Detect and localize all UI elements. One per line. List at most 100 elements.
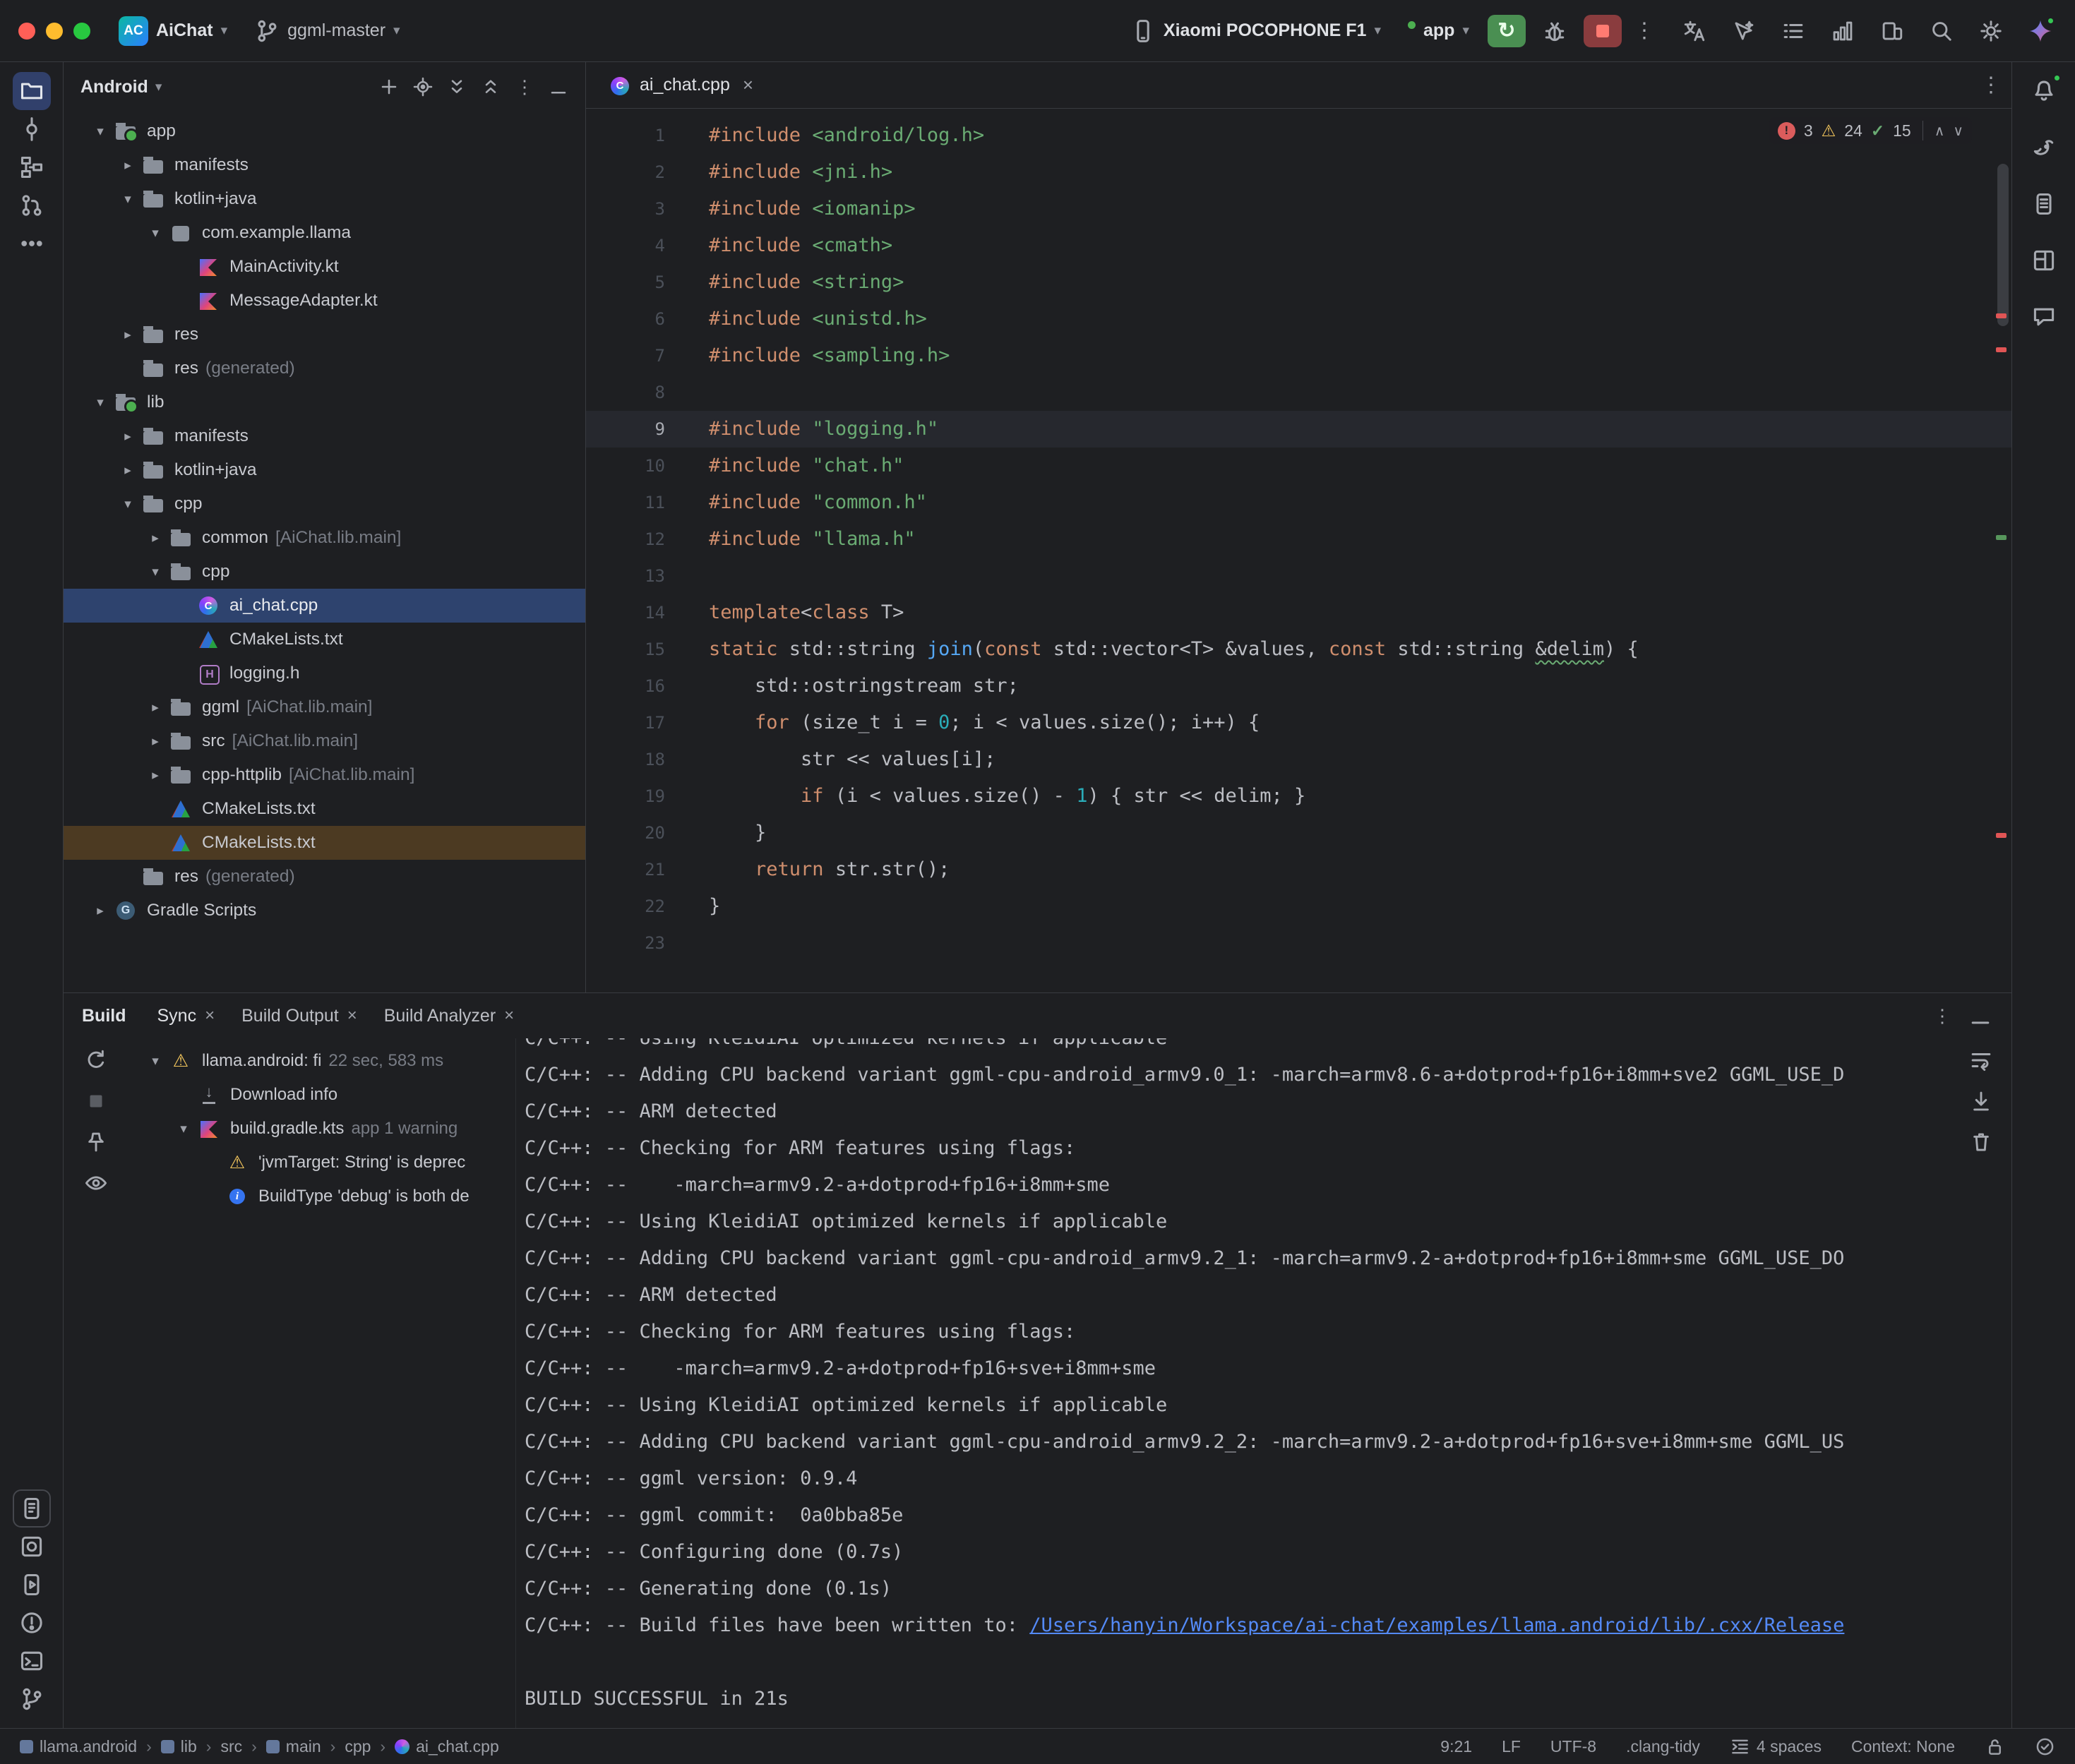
tool-layout-inspector-button[interactable] bbox=[2025, 241, 2063, 280]
preview-button[interactable] bbox=[84, 1171, 108, 1195]
tool-notifications-button[interactable] bbox=[2025, 72, 2063, 110]
build-tab-build-output[interactable]: Build Output× bbox=[230, 1000, 369, 1033]
chevron-down-icon[interactable]: ▾ bbox=[143, 225, 168, 241]
pin-button[interactable] bbox=[84, 1130, 108, 1154]
tree-item-ggml[interactable]: ▸ggml[AiChat.lib.main] bbox=[64, 690, 585, 724]
chevron-right-icon[interactable]: ▸ bbox=[143, 530, 168, 546]
tool-commit-button[interactable] bbox=[13, 110, 51, 148]
tool-assistant-button[interactable] bbox=[2025, 298, 2063, 336]
code-line-3[interactable]: 3#include <iomanip> bbox=[586, 191, 2011, 227]
tree-item-logging-h[interactable]: logging.h bbox=[64, 656, 585, 690]
status-9-21[interactable]: 9:21 bbox=[1440, 1737, 1472, 1756]
clear-button[interactable] bbox=[1969, 1130, 1993, 1154]
build-event-download-info[interactable]: Download info bbox=[128, 1078, 515, 1112]
tool-terminal-button[interactable] bbox=[13, 1642, 51, 1680]
zoom-window-button[interactable] bbox=[73, 23, 90, 40]
build-tool-label[interactable]: Build bbox=[82, 1006, 126, 1026]
tree-item-messageadapter-kt[interactable]: MessageAdapter.kt bbox=[64, 284, 585, 318]
chevron-down-icon[interactable]: ▾ bbox=[171, 1121, 196, 1137]
breadcrumb-ai-chat-cpp[interactable]: ai_chat.cpp bbox=[395, 1737, 499, 1756]
project-selector[interactable]: AC AiChat ▾ bbox=[110, 11, 236, 52]
locate-button[interactable] bbox=[407, 71, 438, 102]
tree-item-kotlin-java[interactable]: ▾kotlin+java bbox=[64, 182, 585, 216]
build-console[interactable]: C/C++: -- Using KleidiAI optimized kerne… bbox=[515, 1038, 1951, 1728]
tool-app-inspection-button[interactable] bbox=[13, 1528, 51, 1566]
code-line-18[interactable]: 18 str << values[i]; bbox=[586, 741, 2011, 778]
status-inspections[interactable] bbox=[2035, 1736, 2055, 1757]
build-event-buildtype-debug-is-both-de[interactable]: BuildType 'debug' is both de bbox=[128, 1180, 515, 1213]
status-4-spaces[interactable]: 4 spaces bbox=[1730, 1736, 1822, 1757]
stop-button[interactable] bbox=[1584, 15, 1622, 47]
chevron-down-icon[interactable]: ▾ bbox=[88, 395, 113, 411]
hide-button[interactable] bbox=[543, 71, 574, 102]
hide-tool-window-icon[interactable] bbox=[1968, 1003, 1993, 1028]
tool-pull-requests-button[interactable] bbox=[13, 186, 51, 224]
status-context-none[interactable]: Context: None bbox=[1851, 1737, 1955, 1756]
breadcrumb-lib[interactable]: lib bbox=[161, 1737, 197, 1756]
gemini-button[interactable] bbox=[2024, 15, 2057, 47]
build-tab-sync[interactable]: Sync× bbox=[146, 1000, 227, 1033]
code-line-5[interactable]: 5#include <string> bbox=[586, 264, 2011, 301]
code-line-12[interactable]: 12#include "llama.h" bbox=[586, 521, 2011, 558]
tree-item-cmakelists-txt[interactable]: CMakeLists.txt bbox=[64, 623, 585, 656]
status-clang-tidy[interactable]: .clang-tidy bbox=[1626, 1737, 1700, 1756]
tab-bar-kebab-icon[interactable]: ⋮ bbox=[1980, 73, 2002, 97]
tool-structure-button[interactable] bbox=[13, 148, 51, 186]
code-line-20[interactable]: 20 } bbox=[586, 815, 2011, 851]
minimize-window-button[interactable] bbox=[46, 23, 63, 40]
code-line-2[interactable]: 2#include <jni.h> bbox=[586, 154, 2011, 191]
tree-item-com-example-llama[interactable]: ▾com.example.llama bbox=[64, 216, 585, 250]
tool-running-devices-button[interactable] bbox=[13, 1566, 51, 1604]
ai-assist-button[interactable] bbox=[1728, 15, 1760, 47]
scroll-end-button[interactable] bbox=[1969, 1089, 1993, 1113]
chevron-right-icon[interactable]: ▸ bbox=[88, 903, 113, 919]
tree-item-cmakelists-txt[interactable]: CMakeLists.txt bbox=[64, 826, 585, 860]
tool-more-button[interactable] bbox=[13, 224, 51, 263]
task-list-button[interactable] bbox=[1777, 15, 1810, 47]
tree-item-cmakelists-txt[interactable]: CMakeLists.txt bbox=[64, 792, 585, 826]
next-issue-icon[interactable]: ∨ bbox=[1953, 122, 1963, 140]
tool-gradle-button[interactable] bbox=[2025, 128, 2063, 167]
tree-item-ai-chat-cpp[interactable]: ai_chat.cpp bbox=[64, 589, 585, 623]
breadcrumb-src[interactable]: src bbox=[220, 1737, 242, 1756]
tree-item-res[interactable]: res(generated) bbox=[64, 860, 585, 894]
chevron-down-icon[interactable]: ▾ bbox=[143, 1053, 168, 1069]
chevron-right-icon[interactable]: ▸ bbox=[143, 700, 168, 716]
inspections-widget[interactable]: ! 3 ⚠ 24 ✓ 15 ∧ ∨ bbox=[1769, 117, 1972, 144]
breadcrumb-llama-android[interactable]: llama.android bbox=[20, 1737, 137, 1756]
close-window-button[interactable] bbox=[18, 23, 35, 40]
code-area[interactable]: 1#include <android/log.h>2#include <jni.… bbox=[586, 109, 2011, 992]
build-event-build-gradle-kts[interactable]: ▾build.gradle.ktsapp 1 warning bbox=[128, 1112, 515, 1146]
status-lf[interactable]: LF bbox=[1502, 1737, 1521, 1756]
rerun-button[interactable] bbox=[84, 1048, 108, 1072]
breadcrumb-main[interactable]: main bbox=[266, 1737, 321, 1756]
expand-all-button[interactable] bbox=[441, 71, 472, 102]
code-line-8[interactable]: 8 bbox=[586, 374, 2011, 411]
code-line-4[interactable]: 4#include <cmath> bbox=[586, 227, 2011, 264]
code-line-7[interactable]: 7#include <sampling.h> bbox=[586, 337, 2011, 374]
tool-logcat-button[interactable] bbox=[13, 1489, 51, 1528]
tree-item-src[interactable]: ▸src[AiChat.lib.main] bbox=[64, 724, 585, 758]
settings-button[interactable] bbox=[1975, 15, 2007, 47]
prev-issue-icon[interactable]: ∧ bbox=[1935, 122, 1945, 140]
profiler-button[interactable] bbox=[1826, 15, 1859, 47]
device-selector[interactable]: Xiaomi POCOPHONE F1 ▾ bbox=[1122, 13, 1389, 49]
chevron-right-icon[interactable]: ▸ bbox=[143, 733, 168, 750]
chevron-right-icon[interactable]: ▸ bbox=[115, 157, 140, 174]
translate-button[interactable] bbox=[1678, 15, 1711, 47]
build-tab-build-analyzer[interactable]: Build Analyzer× bbox=[373, 1000, 525, 1033]
code-line-14[interactable]: 14template<class T> bbox=[586, 594, 2011, 631]
code-line-21[interactable]: 21 return str.str(); bbox=[586, 851, 2011, 888]
titlebar-kebab-icon[interactable]: ⋮ bbox=[1632, 18, 1657, 44]
status-unlock[interactable] bbox=[1985, 1736, 2005, 1757]
tree-item-res[interactable]: res(generated) bbox=[64, 352, 585, 385]
chevron-down-icon[interactable]: ▾ bbox=[143, 564, 168, 580]
code-line-9[interactable]: 9#include "logging.h" bbox=[586, 411, 2011, 448]
chevron-down-icon[interactable]: ▾ bbox=[115, 496, 140, 512]
tree-item-manifests[interactable]: ▸manifests bbox=[64, 419, 585, 453]
tree-item-cpp-httplib[interactable]: ▸cpp-httplib[AiChat.lib.main] bbox=[64, 758, 585, 792]
code-line-13[interactable]: 13 bbox=[586, 558, 2011, 594]
tree-item-app[interactable]: ▾app bbox=[64, 114, 585, 148]
plus-button[interactable] bbox=[373, 71, 405, 102]
code-line-22[interactable]: 22} bbox=[586, 888, 2011, 925]
